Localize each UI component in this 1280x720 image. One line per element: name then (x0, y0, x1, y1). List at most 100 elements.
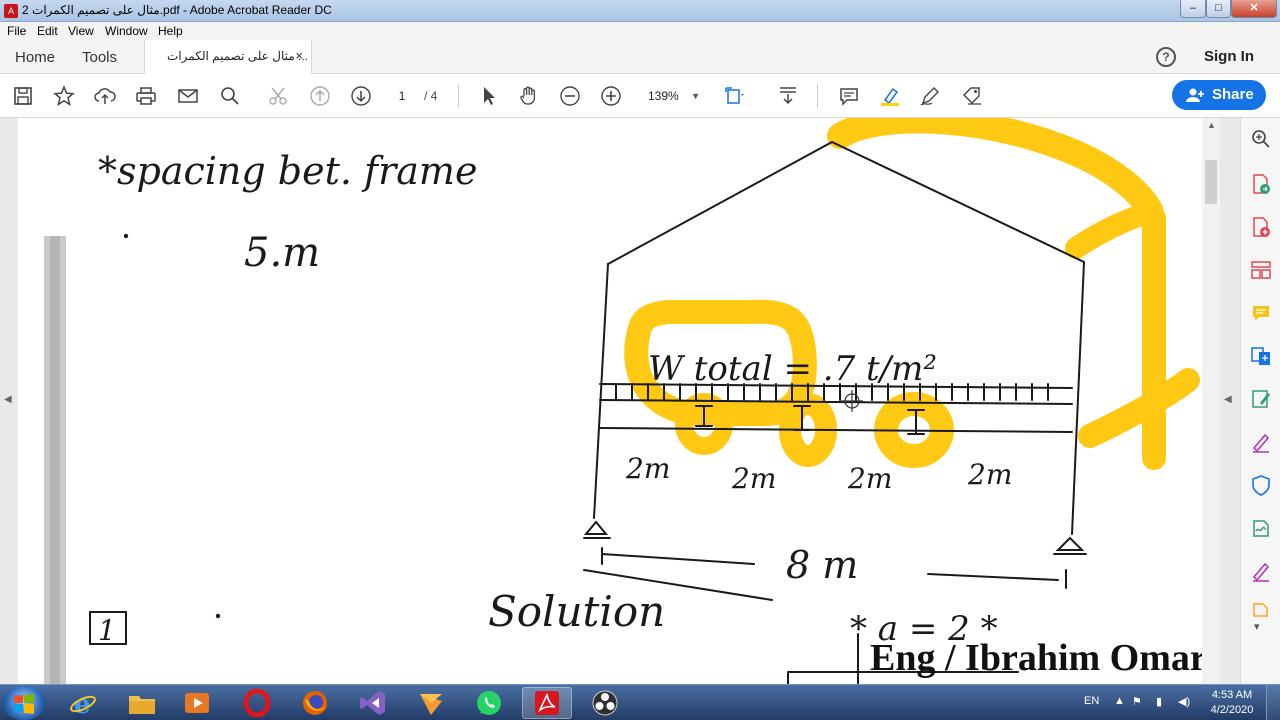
highlight-icon[interactable] (879, 85, 901, 107)
clock-time[interactable]: 4:53 AM (1206, 689, 1258, 701)
action-center-icon[interactable]: ⚑ (1132, 695, 1142, 708)
comment-icon[interactable] (1250, 302, 1272, 324)
menu-bar: File Edit View Window Help (0, 22, 1280, 40)
zoom-in-icon[interactable] (600, 85, 622, 107)
menu-file[interactable]: File (7, 24, 26, 38)
print-icon[interactable] (135, 85, 157, 107)
scroll-mode-icon[interactable] (777, 85, 799, 107)
combine-files-icon[interactable] (1250, 345, 1272, 367)
tab-close-icon[interactable]: × (295, 48, 303, 63)
draw-icon[interactable] (919, 85, 941, 107)
scroll-up-icon[interactable]: ▲ (1207, 120, 1216, 130)
maximize-button[interactable]: □ (1206, 0, 1231, 18)
page-down-icon[interactable] (350, 85, 372, 107)
tab-document[interactable]: مثال على تصميم الكمرات ... × (144, 40, 312, 74)
right-tool-pane: ▾ (1240, 118, 1280, 684)
total-span-label: 8 m (786, 543, 858, 587)
span-label-3: 2m (847, 462, 892, 495)
minimize-button[interactable]: – (1180, 0, 1206, 18)
select-icon[interactable] (478, 85, 500, 107)
whatsapp-icon[interactable] (464, 687, 514, 719)
volume-icon[interactable]: ◀) (1178, 695, 1190, 708)
acrobat-app-icon: A (4, 4, 18, 18)
email-icon[interactable] (177, 85, 199, 107)
tab-bar: Home Tools مثال على تصميم الكمرات ... × … (0, 40, 1280, 74)
toolbar: 1 / 4 139% ▼ Share (0, 74, 1280, 118)
spacing-value: 5.m (244, 230, 320, 276)
menu-help[interactable]: Help (158, 24, 183, 38)
share-button[interactable]: Share (1172, 80, 1266, 110)
span-label-2: 2m (731, 462, 776, 495)
chevron-down-icon[interactable]: ▾ (1254, 620, 1260, 633)
firefox-icon[interactable] (290, 687, 340, 719)
export-pdf-icon[interactable] (1250, 173, 1272, 195)
page-total: / 4 (424, 89, 438, 103)
show-hidden-icons-icon[interactable]: ▲ (1114, 695, 1125, 707)
window-title: مثال على تصميم الكمرات 2.pdf - Adobe Acr… (22, 3, 332, 17)
fit-page-icon[interactable] (724, 85, 746, 107)
show-desktop-button[interactable] (1266, 685, 1280, 720)
star-icon[interactable] (53, 85, 75, 107)
document-area[interactable]: ◀ *spacing bet. frame 5.m W total = .7 t… (0, 118, 1240, 684)
taskbar: e EN ▲ ⚑ ▮ ◀) 4:53 AM 4/2/2020 (0, 684, 1280, 720)
expand-right-pane-icon[interactable]: ◀ (1224, 394, 1232, 405)
edit-pdf-icon[interactable] (1250, 388, 1272, 410)
solution-heading: Solution (488, 587, 665, 636)
zoom-out-icon[interactable] (559, 85, 581, 107)
handwritten-sketch: *spacing bet. frame 5.m W total = .7 t/m… (44, 118, 1200, 684)
save-icon[interactable] (12, 85, 34, 107)
send-for-signature-icon[interactable] (1250, 517, 1272, 539)
page-number-input[interactable]: 1 (390, 86, 414, 106)
watermark: Eng / Ibrahim Omar (870, 637, 1202, 679)
fill-sign-icon[interactable] (961, 85, 983, 107)
span-label-1: 2m (625, 452, 670, 485)
language-indicator[interactable]: EN (1084, 695, 1099, 707)
more-tools-icon[interactable] (1250, 560, 1272, 582)
create-pdf-icon[interactable] (1250, 216, 1272, 238)
help-icon[interactable]: ? (1156, 47, 1176, 67)
load-note: W total = .7 t/m² (648, 349, 937, 389)
toolbar-divider (458, 84, 459, 108)
internet-explorer-icon[interactable]: e (58, 687, 108, 719)
share-label: Share (1212, 86, 1254, 103)
acrobat-icon[interactable] (522, 687, 572, 719)
scrollbar-thumb[interactable] (1205, 160, 1217, 204)
start-button[interactable] (2, 686, 46, 720)
organize-pages-icon[interactable] (1250, 259, 1272, 281)
close-button[interactable]: ✕ (1231, 0, 1277, 18)
comment-icon[interactable] (838, 85, 860, 107)
network-icon[interactable]: ▮ (1156, 695, 1162, 708)
scissors-icon[interactable] (267, 85, 289, 107)
menu-edit[interactable]: Edit (37, 24, 58, 38)
span-label-4: 2m (967, 458, 1012, 491)
opera-icon[interactable] (232, 687, 282, 719)
page-up-icon[interactable] (309, 85, 331, 107)
zoom-select[interactable]: 139% ▼ (640, 86, 702, 106)
chevron-down-icon: ▼ (691, 91, 700, 101)
media-player-icon[interactable] (172, 687, 222, 719)
obs-icon[interactable] (580, 687, 630, 719)
tab-document-title: مثال على تصميم الكمرات ... (167, 49, 309, 63)
clock-date[interactable]: 4/2/2020 (1206, 704, 1258, 716)
hand-icon[interactable] (518, 85, 540, 107)
menu-window[interactable]: Window (105, 24, 148, 38)
tab-home[interactable]: Home (15, 49, 55, 66)
vertical-scrollbar[interactable]: ▲ (1202, 118, 1220, 684)
sign-in-button[interactable]: Sign In (1204, 48, 1254, 65)
upload-icon[interactable] (94, 85, 116, 107)
zoom-icon[interactable] (1250, 128, 1272, 150)
protect-icon[interactable] (1250, 474, 1272, 496)
collapse-left-icon[interactable]: ◀ (4, 394, 12, 405)
windows-logo-icon (14, 694, 34, 714)
pdf-page[interactable]: *spacing bet. frame 5.m W total = .7 t/m… (18, 118, 1202, 684)
file-explorer-icon[interactable] (117, 687, 167, 719)
menu-view[interactable]: View (68, 24, 94, 38)
zoom-value: 139% (648, 89, 679, 103)
sublime-icon[interactable] (406, 687, 456, 719)
tab-tools[interactable]: Tools (82, 49, 117, 66)
add-person-icon (1186, 88, 1204, 102)
fill-sign-icon[interactable] (1250, 431, 1272, 453)
search-icon[interactable] (219, 85, 241, 107)
visual-studio-icon[interactable] (348, 687, 398, 719)
title-bar: A مثال على تصميم الكمرات 2.pdf - Adobe A… (0, 0, 1280, 22)
